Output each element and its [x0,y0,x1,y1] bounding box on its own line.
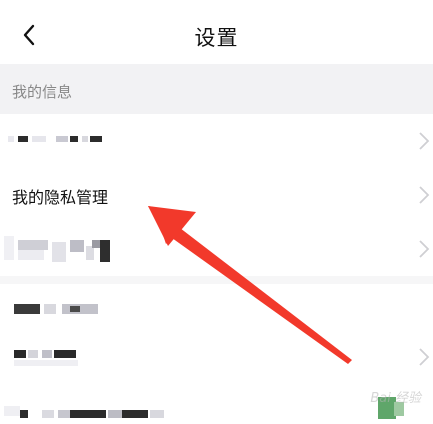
blurred-content [0,114,433,168]
settings-row-3[interactable] [0,222,433,276]
nav-header: 设置 [0,0,433,64]
row-label: 我的隐私管理 [12,188,109,207]
section-header-my-info: 我的信息 [0,64,433,114]
settings-row-4[interactable] [0,284,433,334]
page-title: 设置 [194,26,239,50]
settings-row-1[interactable] [0,114,433,168]
settings-row-6[interactable] [0,384,433,424]
settings-row-privacy[interactable]: 我的隐私管理 [0,168,433,222]
chevron-right-icon [419,240,430,258]
chevron-right-icon [419,132,430,150]
blurred-content [0,384,433,424]
watermark: Bai 经验 [370,391,421,406]
chevron-right-icon [419,348,430,366]
blurred-content [0,330,433,384]
section-label: 我的信息 [12,83,73,101]
blurred-content [0,222,433,276]
settings-row-5[interactable] [0,330,433,384]
settings-screen: 设置 我的信息 我的隐私管理 Bai 经验 [0,0,433,424]
chevron-right-icon [419,186,430,204]
